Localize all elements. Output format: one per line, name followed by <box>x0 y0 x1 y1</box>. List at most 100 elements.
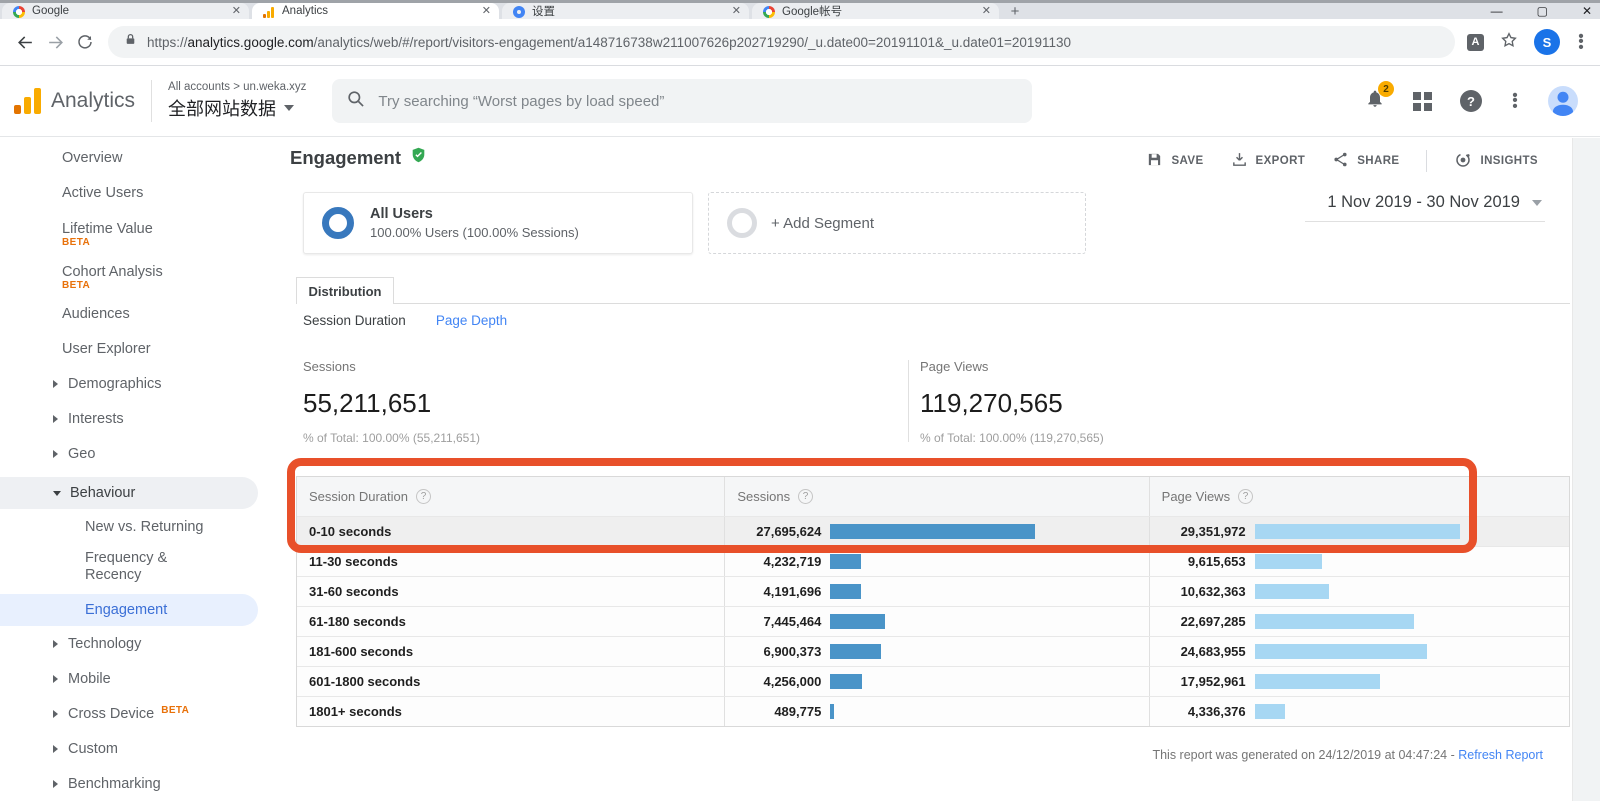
tab-close-icon[interactable]: ✕ <box>732 6 741 17</box>
column-header-page-views[interactable]: Page Views? <box>1149 477 1569 516</box>
page-views-bar <box>1255 584 1329 599</box>
tab-close-icon[interactable]: ✕ <box>982 6 991 17</box>
close-button[interactable]: ✕ <box>1582 4 1592 18</box>
product-name: Analytics <box>51 89 135 113</box>
apps-grid-icon[interactable] <box>1413 92 1432 111</box>
beta-badge: BETA <box>62 237 90 248</box>
notifications-bell-icon[interactable]: 2 <box>1365 88 1385 114</box>
page-views-bar <box>1255 644 1427 659</box>
table-row: 601-1800 seconds4,256,00017,952,961 <box>297 666 1569 696</box>
account-picker[interactable]: All accounts > un.weka.xyz 全部网站数据 <box>168 81 306 121</box>
sidebar-item-new-vs-returning[interactable]: New vs. Returning <box>0 515 283 539</box>
browser-tab[interactable]: Google✕ <box>2 3 249 19</box>
sidebar-item-technology[interactable]: Technology <box>0 632 283 656</box>
sidebar-item-cross-device[interactable]: Cross DeviceBETA <box>0 702 283 726</box>
help-circle-icon[interactable]: ? <box>416 489 431 504</box>
action-label: INSIGHTS <box>1480 155 1538 167</box>
column-header-sessions[interactable]: Sessions? <box>724 477 1148 516</box>
segment-title: All Users <box>370 206 579 222</box>
browser-menu-icon[interactable]: ••• <box>1576 34 1586 50</box>
tab-close-icon[interactable]: ✕ <box>232 6 241 17</box>
add-segment-button[interactable]: + Add Segment <box>708 192 1086 254</box>
add-segment-circle-icon <box>727 208 757 238</box>
tab-title: 设置 <box>532 3 725 19</box>
sessions-bar <box>830 674 862 689</box>
browser-tab[interactable]: Analytics✕ <box>252 3 499 19</box>
table-row: 1801+ seconds489,7754,336,376 <box>297 696 1569 726</box>
browser-tab[interactable]: 设置 ✕ <box>502 3 749 19</box>
sidebar-item-geo[interactable]: Geo <box>0 442 283 466</box>
sessions-bar <box>830 644 881 659</box>
header-divider <box>151 80 152 122</box>
sidebar-item-behaviour[interactable]: Behaviour <box>0 477 258 509</box>
minimize-button[interactable]: — <box>1491 4 1503 18</box>
insights-button[interactable]: INSIGHTS <box>1454 151 1538 172</box>
subtab-page-depth[interactable]: Page Depth <box>436 313 507 328</box>
help-circle-icon[interactable]: ? <box>798 489 813 504</box>
browser-tab[interactable]: Google帐号 ✕ <box>752 3 999 19</box>
forward-icon[interactable] <box>40 33 70 52</box>
sidebar-item-engagement[interactable]: Engagement <box>0 594 258 626</box>
user-avatar[interactable] <box>1548 86 1578 116</box>
cell-page-views: 9,615,653 <box>1149 547 1569 576</box>
export-icon <box>1231 151 1248 171</box>
sidebar-item-label: Demographics <box>68 376 162 392</box>
help-circle-icon[interactable]: ? <box>1238 489 1253 504</box>
bookmark-star-icon[interactable] <box>1500 31 1518 54</box>
refresh-report-link[interactable]: Refresh Report <box>1458 748 1543 762</box>
sidebar-item-custom[interactable]: Custom <box>0 737 283 761</box>
search-icon <box>346 89 366 114</box>
save-button[interactable]: SAVE <box>1146 151 1203 171</box>
table-row: 31-60 seconds4,191,69610,632,363 <box>297 576 1569 606</box>
sidebar-item-label: Cross Device <box>68 706 154 722</box>
sidebar-item-interests[interactable]: Interests <box>0 407 283 431</box>
sidebar-item-overview[interactable]: Overview <box>0 146 283 170</box>
maximize-button[interactable]: ▢ <box>1537 4 1548 18</box>
column-header-session-duration[interactable]: Session Duration? <box>297 477 724 516</box>
segment-all-users[interactable]: All Users 100.00% Users (100.00% Session… <box>303 192 693 254</box>
account-breadcrumb: All accounts > un.weka.xyz <box>168 81 306 93</box>
share-icon <box>1332 151 1349 171</box>
sidebar-item-user-explorer[interactable]: User Explorer <box>0 337 283 361</box>
analytics-favicon <box>262 5 275 18</box>
sidebar-item-mobile[interactable]: Mobile <box>0 667 283 691</box>
back-icon[interactable] <box>10 33 40 52</box>
browser-window: Google✕Analytics✕设置✕Google帐号✕ + — ▢ ✕ ht… <box>0 0 1600 801</box>
cell-session-duration: 181-600 seconds <box>297 637 724 666</box>
tab-distribution[interactable]: Distribution <box>296 277 394 304</box>
translate-icon[interactable]: A <box>1467 34 1484 51</box>
page-body: Overview Active Users Lifetime ValueBETA Co… <box>0 138 1600 801</box>
metric-divider <box>908 360 909 442</box>
tab-title: Google帐号 <box>782 3 975 19</box>
sidebar-item-active-users[interactable]: Active Users <box>0 181 283 205</box>
engagement-table: Session Duration?Sessions?Page Views?0-1… <box>296 476 1570 727</box>
sidebar-item-lifetime-value[interactable]: Lifetime ValueBETA <box>0 216 283 252</box>
browser-profile-avatar[interactable]: S <box>1534 29 1560 55</box>
cell-page-views: 29,351,972 <box>1149 517 1569 546</box>
google-favicon <box>762 5 775 18</box>
new-tab-button[interactable]: + <box>1002 3 1028 19</box>
url-text: https://analytics.google.com/analytics/w… <box>147 35 1071 50</box>
subtab-session-duration[interactable]: Session Duration <box>303 313 406 328</box>
sidebar-item-benchmarking[interactable]: Benchmarking <box>0 772 283 796</box>
date-range-picker[interactable]: 1 Nov 2019 - 30 Nov 2019 <box>1327 193 1542 212</box>
sidebar-item-audiences[interactable]: Audiences <box>0 302 283 326</box>
sidebar-item-frequency-recency[interactable]: Frequency & Recency <box>0 550 283 586</box>
page-views-bar <box>1255 704 1285 719</box>
report-title-row: Engagement <box>290 146 427 169</box>
url-bar[interactable]: https://analytics.google.com/analytics/w… <box>108 26 1455 58</box>
sidebar-item-cohort-analysis[interactable]: Cohort AnalysisBETA <box>0 259 283 295</box>
cell-session-duration: 1801+ seconds <box>297 697 724 726</box>
header-menu-icon[interactable]: ••• <box>1510 93 1520 109</box>
share-button[interactable]: SHARE <box>1332 151 1399 171</box>
search-input[interactable]: Try searching “Worst pages by load speed… <box>332 79 1032 123</box>
metric-percent: % of Total: 100.00% (55,211,651) <box>303 431 480 445</box>
refresh-icon[interactable] <box>70 33 100 51</box>
export-button[interactable]: EXPORT <box>1231 151 1306 171</box>
help-icon[interactable]: ? <box>1460 90 1482 112</box>
browser-address-bar: https://analytics.google.com/analytics/w… <box>0 19 1600 66</box>
tab-close-icon[interactable]: ✕ <box>482 6 491 17</box>
search-placeholder: Try searching “Worst pages by load speed… <box>378 93 664 110</box>
page-scrollbar-track[interactable] <box>1572 138 1600 801</box>
sidebar-item-demographics[interactable]: Demographics <box>0 372 283 396</box>
